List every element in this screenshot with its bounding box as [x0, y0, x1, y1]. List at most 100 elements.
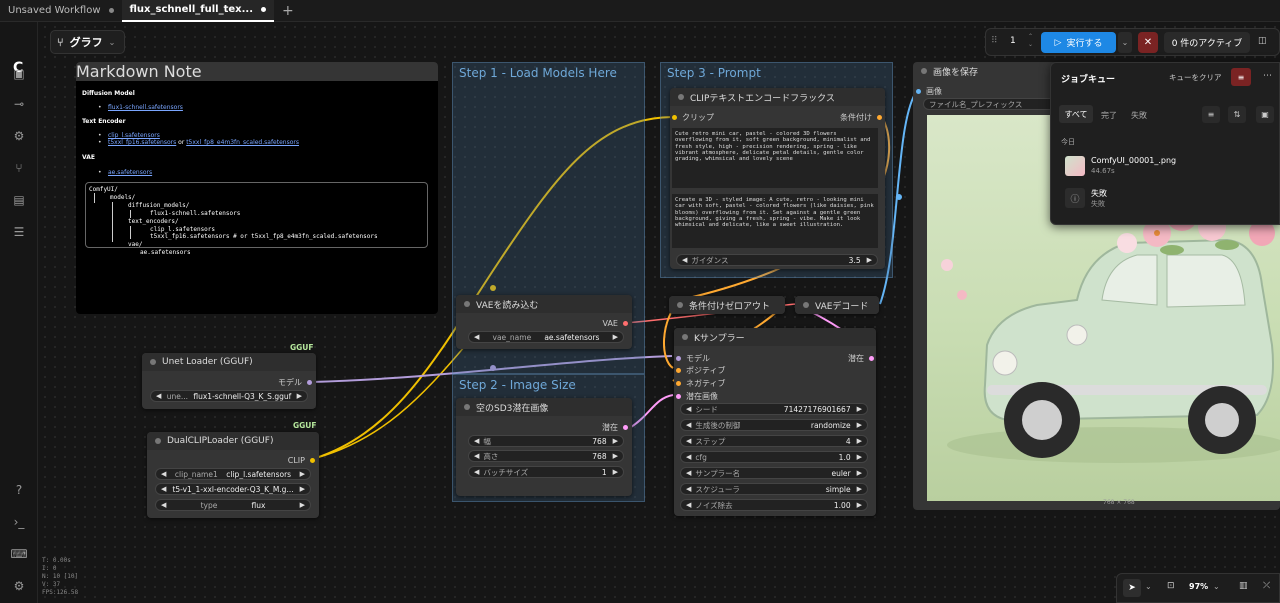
input-slot-model[interactable]: モデル	[676, 353, 710, 364]
width-input[interactable]: ◀ 幅 768 ▶	[468, 435, 624, 447]
batch-count-input[interactable]: 1	[1010, 36, 1016, 46]
height-input[interactable]: ◀ 高さ 768 ▶	[468, 450, 624, 462]
model-library-icon[interactable]: ⚙	[11, 128, 27, 144]
queue-icon[interactable]: ☰	[11, 224, 27, 240]
ksampler-widget[interactable]: ◀ cfg 1.0 ▶	[680, 451, 868, 463]
input-slot-negative[interactable]: ネガティブ	[676, 378, 726, 389]
markdown-note-node[interactable]: Markdown Note Diffusion Model • flux1-sc…	[76, 62, 438, 314]
keyboard-icon[interactable]: ⌨	[10, 546, 27, 562]
conditioning-zero-out-node[interactable]: 条件付けゼロアウト	[669, 296, 785, 314]
ksampler-widget[interactable]: ◀ シード 714271769016​67 ▶	[680, 403, 868, 415]
node-header[interactable]: CLIPテキストエンコードフラックス	[670, 88, 885, 106]
arrow-left-icon: ◀	[156, 392, 162, 400]
more-options-icon[interactable]: ⋯	[1263, 71, 1272, 81]
output-slot-conditioning[interactable]: 条件付け	[840, 112, 882, 123]
node-header[interactable]: Markdown Note	[76, 62, 438, 81]
gallery-icon[interactable]: ▣	[1256, 106, 1274, 123]
select-pointer-icon[interactable]: ➤	[1123, 579, 1141, 597]
group-title: Step 2 - Image Size	[459, 378, 576, 392]
run-options-chevron-icon[interactable]: ⌄	[1118, 32, 1132, 53]
output-slot-vae[interactable]: VAE	[603, 319, 628, 328]
fit-view-icon[interactable]: ⊡	[1167, 581, 1175, 591]
job-item-completed[interactable]: ComfyUI_00001_.png 44.67s	[1057, 151, 1275, 181]
node-header[interactable]: 条件付けゼロアウト	[669, 296, 785, 314]
batch-size-input[interactable]: ◀ バッチサイズ 1 ▶	[468, 466, 624, 478]
md-link[interactable]: ae.safetensors	[108, 169, 152, 176]
filter-tab-all[interactable]: すべて	[1059, 105, 1093, 123]
input-slot-positive[interactable]: ポジティブ	[676, 365, 726, 376]
cancel-close-icon[interactable]: ✕	[1138, 32, 1158, 53]
md-link[interactable]: clip_l.safetensors	[108, 132, 160, 139]
vae-decode-node[interactable]: VAEデコード	[795, 296, 879, 314]
vae-name-combo[interactable]: ◀ vae_name ae.safetensors ▶	[468, 331, 624, 343]
output-slot-clip[interactable]: CLIP	[288, 456, 315, 465]
dual-clip-loader-node[interactable]: DualCLIPLoader (GGUF) CLIP ◀ clip_name1 cl…	[147, 432, 319, 518]
clip-type-combo[interactable]: ◀ type flux ▶	[155, 499, 311, 511]
chevron-down-icon[interactable]: ⌄	[1145, 582, 1152, 591]
ksampler-widget[interactable]: ◀ スケジューラ simple ▶	[680, 483, 868, 495]
node-header[interactable]: DualCLIPLoader (GGUF)	[147, 432, 319, 450]
images-icon[interactable]: ▣	[11, 66, 27, 82]
node-header[interactable]: Kサンプラー	[674, 328, 876, 346]
sort-icon[interactable]: ⇅	[1228, 106, 1246, 123]
widget-label: バッチサイズ	[483, 467, 529, 477]
input-slot-clip[interactable]: クリップ	[672, 112, 714, 123]
link-visibility-icon[interactable]: ⤫	[1263, 581, 1270, 591]
templates-icon[interactable]: ▤	[11, 192, 27, 208]
tab-unsaved-workflow[interactable]: Unsaved Workflow	[0, 0, 122, 22]
new-tab-button[interactable]: +	[274, 3, 302, 19]
ksampler-widget[interactable]: ◀ サンプラー名 euler ▶	[680, 467, 868, 479]
minimap-icon[interactable]: ▥	[1239, 581, 1248, 591]
node-header[interactable]: Unet Loader (GGUF)	[142, 353, 316, 371]
arrow-left-icon: ◀	[686, 501, 692, 509]
job-item-failed[interactable]: ⓘ 失敗 失敗	[1057, 183, 1275, 213]
panel-toggle-icon[interactable]: ◫	[1258, 36, 1267, 46]
filter-tab-failed[interactable]: 失敗	[1131, 110, 1147, 121]
md-link[interactable]: t5xxl_fp16.safetensors	[108, 139, 176, 146]
console-icon[interactable]: ›_	[11, 514, 27, 530]
graph-menu-button[interactable]: ⑂ グラフ ⌄	[50, 30, 125, 54]
md-link[interactable]: flux1-schnell.safetensors	[108, 104, 183, 111]
stepper-icon[interactable]: ⌃ ⌄	[1028, 33, 1033, 49]
clip-text-encode-node[interactable]: CLIPテキストエンコードフラックス クリップ 条件付け Cute retro …	[670, 88, 885, 269]
node-header[interactable]: VAEを読み込む	[456, 295, 632, 313]
input-slot-latent[interactable]: 潜在画像	[676, 391, 718, 402]
zoom-level[interactable]: 97%	[1189, 582, 1208, 591]
ksampler-widget[interactable]: ◀ ノイズ除去 1.00 ▶	[680, 499, 868, 511]
settings-gear-icon[interactable]: ⚙	[11, 578, 27, 594]
filter-tab-done[interactable]: 完了	[1101, 110, 1117, 121]
clip-l-text-area[interactable]: Cute retro mini car, pastel - colored 3D…	[672, 128, 878, 188]
ksampler-widget[interactable]: ◀ 生成後の制御 randomize ▶	[680, 419, 868, 431]
output-slot-model[interactable]: モデル	[278, 377, 312, 388]
vae-loader-node[interactable]: VAEを読み込む VAE ◀ vae_name ae.safetensors ▶	[456, 295, 632, 349]
clear-queue-button[interactable]: キューをクリア	[1169, 72, 1222, 83]
clip-name1-combo[interactable]: ◀ clip_name1 clip_l.safetensors ▶	[155, 468, 311, 480]
unet-name-combo[interactable]: ◀ une... flux1-schnell-Q3_K_S.gguf ▶	[150, 390, 308, 402]
output-slot-latent[interactable]: 潜在	[602, 422, 628, 433]
tree-line: vae/	[128, 241, 143, 248]
filename-prefix-input[interactable]: ファイル名_プレフィックス	[923, 98, 1063, 110]
clear-queue-icon[interactable]: ≡	[1231, 68, 1251, 86]
ksampler-node[interactable]: Kサンプラー モデル ポジティブ ネガティブ 潜在画像 潜在 ◀ シード 71427…	[674, 328, 876, 516]
input-slot-images[interactable]: 画像	[916, 86, 942, 97]
arrow-left-icon: ◀	[686, 485, 692, 493]
workflows-icon[interactable]: ⑂	[11, 160, 27, 176]
empty-latent-node[interactable]: 空のSD3潜在画像 潜在 ◀ 幅 768 ▶ ◀ 高さ 768 ▶ ◀ バッチサイズ 1 ▶	[456, 398, 632, 496]
help-icon[interactable]: ?	[11, 482, 27, 498]
node-header[interactable]: VAEデコード	[795, 296, 879, 314]
filter-icon[interactable]: ≡	[1202, 106, 1220, 123]
ksampler-widget[interactable]: ◀ ステップ 4 ▶	[680, 435, 868, 447]
md-link[interactable]: t5xxl_fp8_e4m3fn_scaled.safetensors	[186, 139, 299, 146]
drag-handle-icon[interactable]: ⠿	[991, 36, 998, 46]
clip-name2-combo[interactable]: ◀ t5-v1_1-xxl-encoder-Q3_K_M.g... ▶	[155, 483, 311, 495]
guidance-input[interactable]: ◀ ガイダンス 3.5 ▶	[676, 254, 878, 266]
chevron-down-icon[interactable]: ⌄	[1213, 582, 1220, 591]
output-slot-latent[interactable]: 潜在	[848, 353, 874, 364]
node-library-icon[interactable]: ⊸	[11, 96, 27, 112]
tab-flux-schnell[interactable]: flux_schnell_full_tex...	[121, 0, 274, 22]
unet-loader-node[interactable]: Unet Loader (GGUF) モデル ◀ une... flux1-schn…	[142, 353, 316, 409]
run-button[interactable]: ▷ 実行する	[1041, 32, 1116, 53]
node-header[interactable]: 空のSD3潜在画像	[456, 398, 632, 416]
t5-text-area[interactable]: Create a 3D - styled image: A cute, retr…	[672, 194, 878, 248]
active-jobs-button[interactable]: 0 件のアクティブ	[1164, 32, 1250, 53]
